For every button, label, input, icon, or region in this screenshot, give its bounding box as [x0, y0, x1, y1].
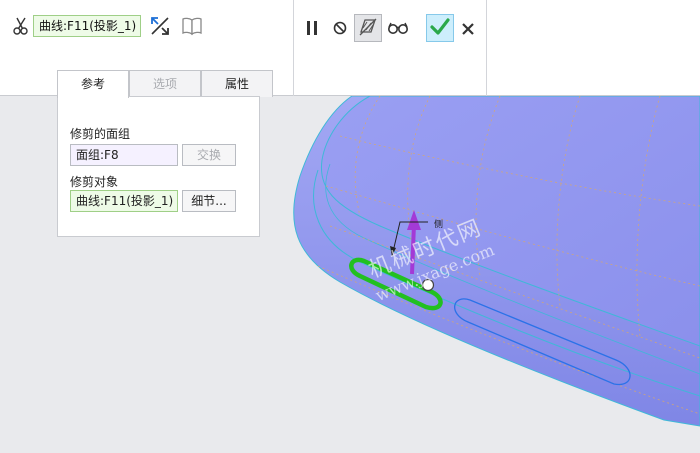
swap-button[interactable]: 交换: [182, 144, 236, 166]
tab-references[interactable]: 参考: [57, 70, 129, 98]
reference-curve-collector[interactable]: 曲线:F11(投影_1): [33, 15, 141, 37]
close-icon[interactable]: [456, 17, 480, 41]
tab-properties[interactable]: 属性: [201, 70, 273, 97]
trim-object-label: 修剪对象: [70, 175, 119, 189]
no-preview-icon[interactable]: [328, 16, 352, 40]
trim-quilt-field[interactable]: 面组:F8: [70, 144, 178, 166]
references-panel: 修剪的面组 面组:F8 交换 修剪对象 曲线:F11(投影_1) 细节...: [57, 96, 260, 237]
open-book-icon[interactable]: [180, 14, 204, 38]
trim-quilt-label: 修剪的面组: [70, 127, 131, 141]
ok-button[interactable]: [426, 14, 454, 42]
geometry-preview-icon: [357, 16, 379, 41]
tab-options[interactable]: 选项: [129, 70, 201, 97]
scissors-icon: [10, 14, 34, 38]
pause-icon[interactable]: [300, 16, 324, 40]
toolbar-separator: [486, 0, 487, 96]
trim-object-field[interactable]: 曲线:F11(投影_1): [70, 190, 178, 212]
geometry-preview-toggle[interactable]: [354, 14, 382, 42]
toolbar-separator: [293, 0, 294, 96]
details-button[interactable]: 细节...: [182, 190, 236, 212]
ribbon-toolbar: 曲线:F11(投影_1) 参考 选项 属性: [0, 0, 700, 98]
flip-direction-icon[interactable]: [148, 14, 172, 38]
checkmark-icon: [430, 17, 450, 39]
direction-label: 侧: [434, 218, 443, 230]
glasses-icon[interactable]: [386, 16, 410, 40]
